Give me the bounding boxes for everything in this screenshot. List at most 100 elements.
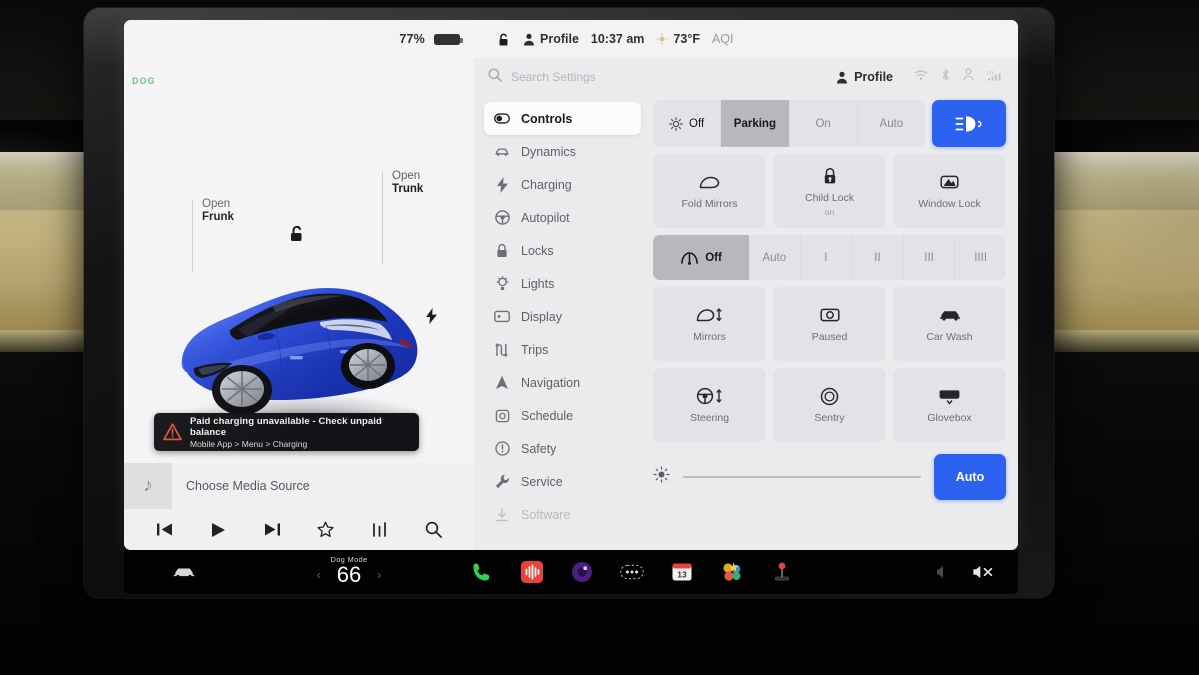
media-controls xyxy=(124,509,474,550)
dashcam-tile[interactable]: Paused xyxy=(773,287,886,361)
mirrors-adjust-tile[interactable]: Mirrors xyxy=(653,287,766,361)
clock-icon xyxy=(494,408,510,423)
more-icon[interactable] xyxy=(620,560,644,584)
sidebar-label-software: Software xyxy=(521,507,571,522)
lights-off-label: Off xyxy=(689,117,705,130)
sidebar-item-charging[interactable]: Charging xyxy=(484,168,641,201)
lte-signal-icon[interactable]: LTE xyxy=(987,68,1004,86)
outside-temperature[interactable]: 73°F xyxy=(656,32,700,46)
fold-mirrors-tile[interactable]: Fold Mirrors xyxy=(653,154,766,228)
wipers-speed-1-button[interactable]: I xyxy=(801,235,853,280)
bluetooth-icon[interactable] xyxy=(941,68,950,87)
sidebar-item-locks[interactable]: Locks xyxy=(484,234,641,267)
sidebar-item-navigation[interactable]: Navigation xyxy=(484,366,641,399)
apps-grid-icon[interactable] xyxy=(720,560,744,584)
sidebar-label-controls: Controls xyxy=(521,111,573,126)
wipers-speed-2-button[interactable]: II xyxy=(852,235,904,280)
arcade-icon[interactable] xyxy=(770,560,794,584)
car-wash-tile[interactable]: Car Wash xyxy=(893,287,1006,361)
phone-icon[interactable] xyxy=(470,560,494,584)
settings-status-icons: LTE xyxy=(914,68,1004,87)
wipers-speed-3-button[interactable]: III xyxy=(904,235,956,280)
mute-icon[interactable] xyxy=(972,560,996,584)
audio-icon[interactable] xyxy=(520,560,544,584)
next-track-icon[interactable] xyxy=(255,515,289,545)
lights-sun-icon xyxy=(669,116,683,131)
child-lock-tile[interactable]: Child Lock on xyxy=(773,154,886,228)
wipers-auto-button[interactable]: Auto xyxy=(749,235,801,280)
wipers-speed-2-label: II xyxy=(874,251,881,264)
sidebar-item-controls[interactable]: Controls xyxy=(484,102,641,135)
volume-down-icon[interactable] xyxy=(930,560,954,584)
taskbar-apps: 13 xyxy=(454,560,930,584)
glovebox-label: Glovebox xyxy=(927,412,972,424)
climate-control-section[interactable]: Dog Mode ‹ 66 › xyxy=(244,554,454,588)
sidebar-item-display[interactable]: Display xyxy=(484,300,641,333)
sidebar-label-locks: Locks xyxy=(521,243,554,258)
sidebar-item-dynamics[interactable]: Dynamics xyxy=(484,135,641,168)
lights-parking-label: Parking xyxy=(733,117,776,130)
favorite-star-icon[interactable] xyxy=(309,515,343,545)
sidebar-item-lights[interactable]: Lights xyxy=(484,267,641,300)
car-front-icon[interactable] xyxy=(172,560,196,584)
lights-auto-button[interactable]: Auto xyxy=(858,100,925,147)
media-search-icon[interactable] xyxy=(416,515,450,545)
sidebar-item-schedule[interactable]: Schedule xyxy=(484,399,641,432)
user-presence-icon[interactable] xyxy=(963,68,974,86)
brightness-slider[interactable] xyxy=(683,476,921,478)
lights-on-button[interactable]: On xyxy=(790,100,858,147)
brightness-auto-button[interactable]: Auto xyxy=(934,454,1006,500)
sidebar-label-schedule: Schedule xyxy=(521,408,574,423)
cabin-temperature[interactable]: 66 xyxy=(337,562,361,588)
play-icon[interactable] xyxy=(201,515,235,545)
temperature-decrease-arrow[interactable]: ‹ xyxy=(317,568,321,582)
open-frunk-control[interactable]: Open Frunk xyxy=(192,198,234,272)
wipers-speed-1-label: I xyxy=(824,251,828,264)
charging-warning-toast[interactable]: Paid charging unavailable - Check unpaid… xyxy=(154,413,419,451)
window-lock-tile[interactable]: Window Lock xyxy=(893,154,1006,228)
glovebox-tile[interactable]: Glovebox xyxy=(893,368,1006,442)
sidebar-item-service[interactable]: Service xyxy=(484,465,641,498)
sidebar-item-trips[interactable]: Trips xyxy=(484,333,641,366)
lights-parking-button[interactable]: Parking xyxy=(721,100,790,147)
search-input[interactable]: Search Settings xyxy=(511,70,827,84)
open-trunk-control[interactable]: Open Trunk xyxy=(382,170,423,264)
browser-icon[interactable] xyxy=(570,560,594,584)
child-lock-state: on xyxy=(824,206,835,217)
wipers-off-button[interactable]: Off xyxy=(653,235,749,280)
aqi-indicator[interactable]: AQI xyxy=(712,32,734,46)
previous-track-icon[interactable] xyxy=(148,515,182,545)
sidebar-label-dynamics: Dynamics xyxy=(521,144,576,159)
wifi-icon[interactable] xyxy=(914,68,928,86)
sidebar-item-autopilot[interactable]: Autopilot xyxy=(484,201,641,234)
clock-display[interactable]: 10:37 am xyxy=(591,32,645,46)
steering-adjust-tile[interactable]: Steering xyxy=(653,368,766,442)
sidebar-item-software[interactable]: Software xyxy=(484,498,641,531)
equalizer-icon[interactable] xyxy=(362,515,396,545)
sidebar-label-charging: Charging xyxy=(521,177,572,192)
display-icon xyxy=(494,310,510,323)
battery-percent: 77% xyxy=(399,32,425,46)
sentry-mode-tile[interactable]: Sentry xyxy=(773,368,886,442)
profile-status-item[interactable]: Profile xyxy=(523,32,579,46)
sidebar-label-service: Service xyxy=(521,474,563,489)
sidebar-label-lights: Lights xyxy=(521,276,555,291)
steering-icon xyxy=(494,210,510,225)
open-frunk-label-line1: Open xyxy=(202,198,231,210)
bolt-icon xyxy=(494,176,510,193)
sidebar-item-safety[interactable]: Safety xyxy=(484,432,641,465)
vehicle-actions-row-2: Steering Sentry Glovebox xyxy=(653,368,1006,442)
media-source-label[interactable]: Choose Media Source xyxy=(172,479,310,493)
calendar-icon[interactable]: 13 xyxy=(670,560,694,584)
unlocked-lock-icon[interactable] xyxy=(498,32,511,47)
child-lock-label: Child Lock xyxy=(804,191,855,204)
warning-triangle-icon xyxy=(163,423,182,441)
lights-off-button[interactable]: Off xyxy=(653,100,722,147)
dog-mode-label: Dog Mode xyxy=(330,554,368,564)
toast-subtitle: Mobile App > Menu > Charging xyxy=(190,438,308,449)
brightness-icon xyxy=(653,466,670,488)
temperature-increase-arrow[interactable]: › xyxy=(377,568,381,582)
wipers-speed-4-button[interactable]: IIII xyxy=(955,235,1006,280)
high-beam-button[interactable] xyxy=(932,100,1006,147)
settings-profile-button[interactable]: Profile xyxy=(836,70,893,84)
